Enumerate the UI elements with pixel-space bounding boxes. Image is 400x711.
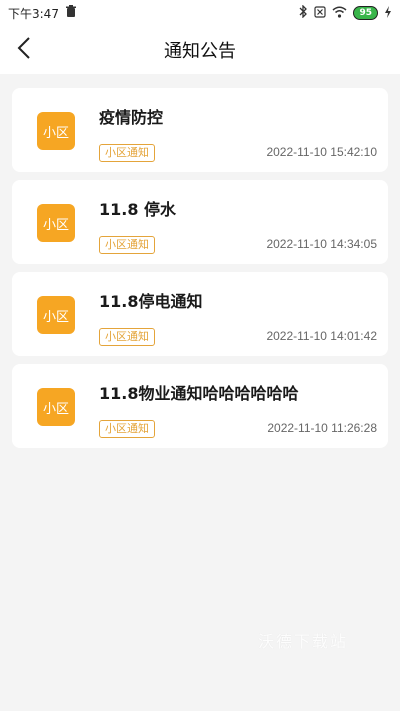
notice-list: 小区 疫情防控 小区通知 2022-11-10 15:42:10 小区 11.8…: [0, 74, 400, 448]
notice-title: 11.8 停水: [99, 200, 177, 219]
status-left: 下午3:47: [8, 5, 77, 22]
notice-tag: 小区通知: [99, 328, 155, 346]
notice-card[interactable]: 小区 11.8 停水 小区通知 2022-11-10 14:34:05: [12, 180, 388, 264]
notice-time: 2022-11-10 14:34:05: [266, 237, 377, 251]
notice-time: 2022-11-10 14:01:42: [266, 329, 377, 343]
community-icon: 小区: [37, 204, 75, 242]
battery-indicator: 95: [353, 6, 378, 20]
bluetooth-icon: [298, 4, 308, 21]
community-icon: 小区: [37, 112, 75, 150]
chevron-left-icon: [17, 37, 31, 63]
wifi-icon: [332, 6, 347, 21]
notice-tag: 小区通知: [99, 144, 155, 162]
notice-tag: 小区通知: [99, 236, 155, 254]
notice-card[interactable]: 小区 疫情防控 小区通知 2022-11-10 15:42:10: [12, 88, 388, 172]
status-bar: 下午3:47 95: [0, 0, 400, 26]
community-icon: 小区: [37, 388, 75, 426]
trash-icon: [65, 5, 77, 21]
notice-title: 11.8停电通知: [99, 292, 203, 311]
notice-time: 2022-11-10 15:42:10: [266, 145, 377, 159]
status-time: 下午3:47: [8, 6, 59, 21]
notice-title: 疫情防控: [99, 108, 164, 127]
status-right: 95: [298, 4, 392, 21]
notice-card[interactable]: 小区 11.8停电通知 小区通知 2022-11-10 14:01:42: [12, 272, 388, 356]
page-title: 通知公告: [164, 41, 236, 62]
back-button[interactable]: [12, 37, 36, 63]
sim-blocked-icon: [314, 5, 327, 21]
watermark: 沃德下载站: [258, 632, 349, 651]
notice-title: 11.8物业通知哈哈哈哈哈哈: [99, 384, 299, 403]
notice-tag: 小区通知: [99, 420, 155, 438]
notice-card[interactable]: 小区 11.8物业通知哈哈哈哈哈哈 小区通知 2022-11-10 11:26:…: [12, 364, 388, 448]
community-icon: 小区: [37, 296, 75, 334]
notice-time: 2022-11-10 11:26:28: [267, 421, 377, 435]
nav-bar: 通知公告: [0, 26, 400, 74]
charging-icon: [384, 5, 392, 21]
